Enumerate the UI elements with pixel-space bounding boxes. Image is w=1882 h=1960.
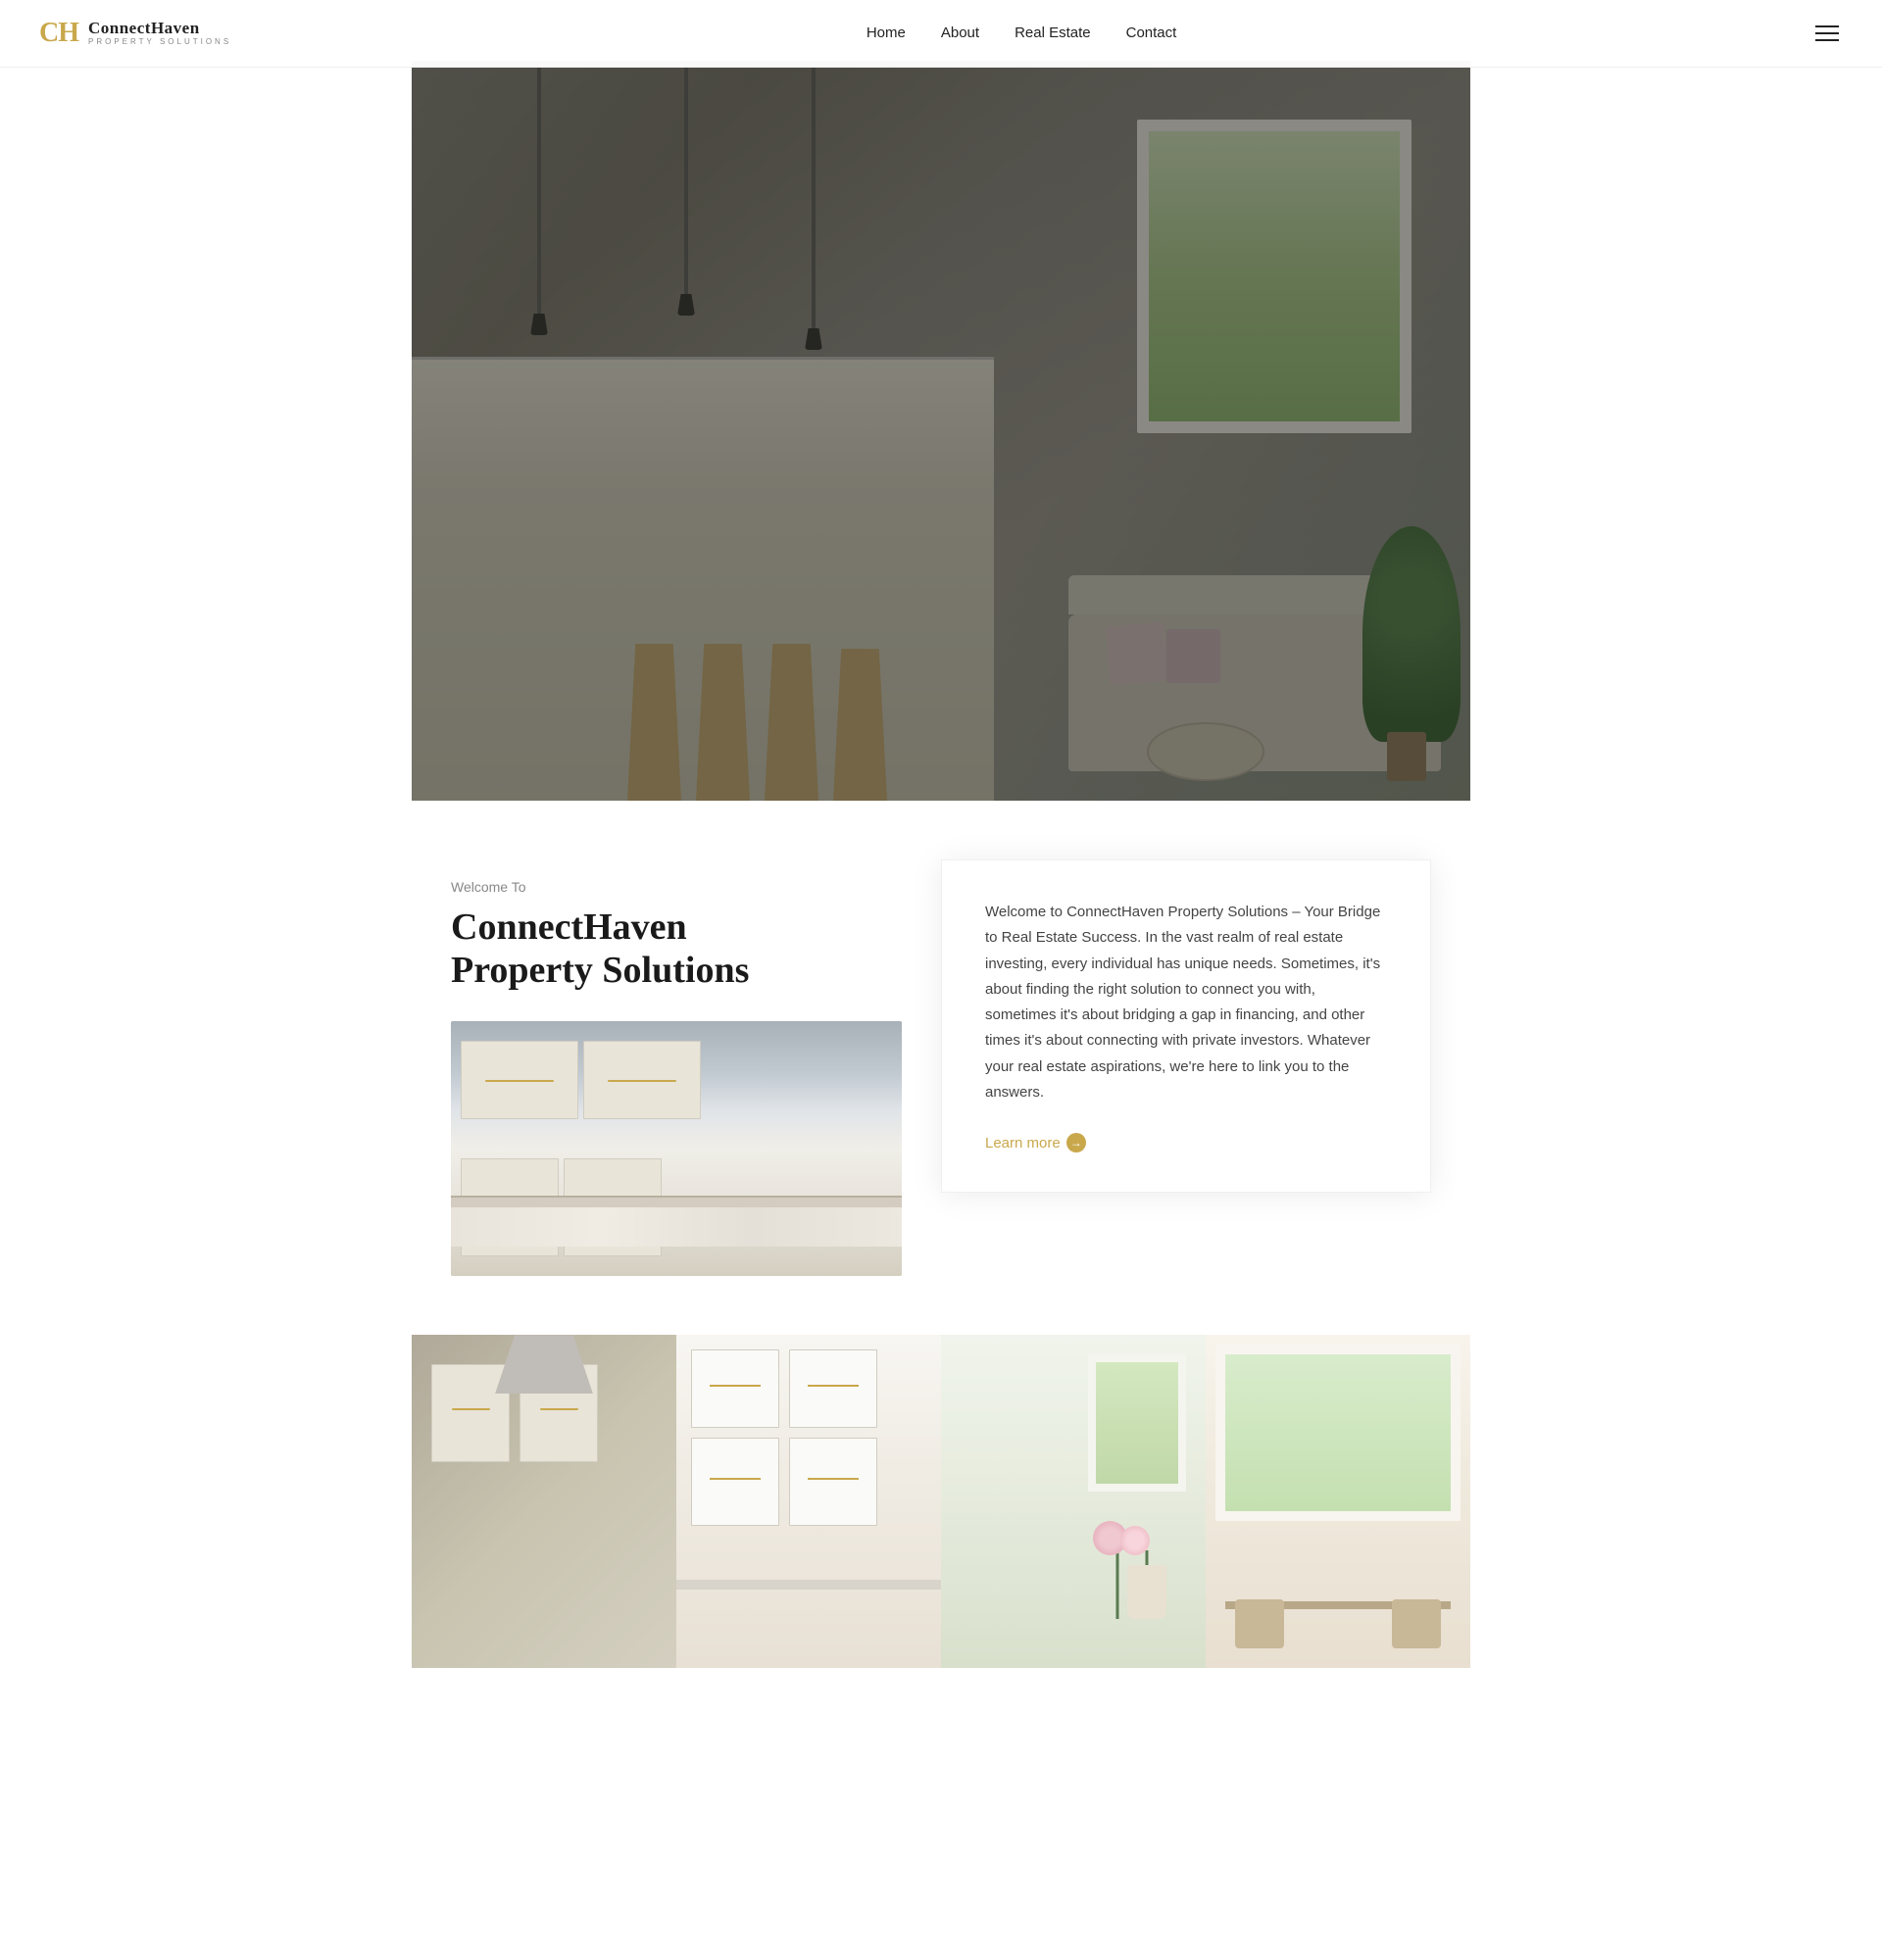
about-image	[451, 1021, 902, 1276]
nav-home[interactable]: Home	[867, 24, 906, 41]
hero-overlay	[412, 61, 1470, 801]
navbar: CH ConnectHaven PROPERTY SOLUTIONS Home …	[0, 0, 1882, 68]
about-description: Welcome to ConnectHaven Property Solutio…	[985, 900, 1387, 1105]
about-title: ConnectHaven Property Solutions	[451, 906, 902, 992]
learn-more-label: Learn more	[985, 1135, 1061, 1152]
cabinet-2	[583, 1041, 701, 1119]
nav-about[interactable]: About	[941, 24, 979, 41]
marble-surface	[451, 1207, 902, 1247]
cabinet-1	[461, 1041, 578, 1119]
learn-more-link[interactable]: Learn more →	[985, 1133, 1086, 1152]
image-panel-1	[412, 1335, 676, 1668]
bottom-image-grid	[412, 1335, 1470, 1668]
about-section: Welcome To ConnectHaven Property Solutio…	[412, 801, 1470, 1335]
hamburger-menu[interactable]	[1811, 22, 1843, 45]
countertop	[451, 1196, 902, 1207]
logo-name: ConnectHaven	[88, 20, 231, 38]
hero-background	[412, 61, 1470, 801]
image-panel-4	[1206, 1335, 1470, 1668]
image-panel-2	[676, 1335, 941, 1668]
logo-sub: PROPERTY SOLUTIONS	[88, 38, 231, 47]
handle-1	[485, 1080, 555, 1082]
nav-realestate[interactable]: Real Estate	[1015, 24, 1091, 41]
about-left: Welcome To ConnectHaven Property Solutio…	[451, 879, 941, 1276]
about-title-line2: Property Solutions	[451, 950, 749, 991]
image-panel-3	[941, 1335, 1206, 1668]
nav-contact[interactable]: Contact	[1126, 24, 1177, 41]
logo[interactable]: CH ConnectHaven PROPERTY SOLUTIONS	[39, 18, 231, 49]
about-right: Welcome to ConnectHaven Property Solutio…	[941, 859, 1431, 1193]
nav-links: Home About Real Estate Contact	[867, 24, 1176, 42]
hero-section: Your Bridge To Real Estate Success Conne…	[412, 61, 1470, 801]
learn-more-arrow-icon: →	[1066, 1133, 1086, 1152]
logo-mark: CH	[39, 18, 78, 49]
about-welcome-label: Welcome To	[451, 879, 902, 895]
handle-2	[608, 1080, 677, 1082]
about-title-line1: ConnectHaven	[451, 906, 687, 948]
